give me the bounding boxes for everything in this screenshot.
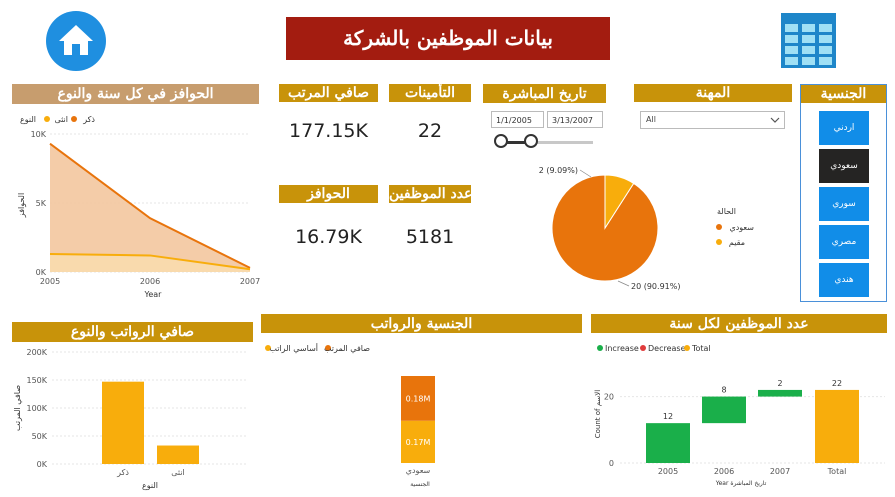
wf-y-tick: 0 — [609, 459, 614, 468]
bar-y-tick: 150K — [26, 376, 47, 385]
date-start-input[interactable]: 1/1/2005 — [491, 111, 544, 128]
wf-x-tick: 2005 — [658, 467, 678, 476]
waterfall-chart: Increase Decrease Total 0 20 12 2005 8 2006 2… — [594, 344, 885, 487]
nationality-salary-chart-title: الجنسية والرواتب — [261, 314, 582, 333]
salary-gender-chart: 0K 50K 100K 150K 200K ذكر انثى النوع صافي الم… — [13, 348, 248, 490]
bar-y-tick: 50K — [32, 432, 48, 441]
page-title: بيانات الموظفين بالشركة — [343, 26, 553, 50]
area-y-tick: 5K — [36, 199, 47, 208]
wf-increase-bar-0 — [646, 423, 690, 463]
stack-x-tick: سعودي — [406, 466, 431, 475]
area-y-axis-label: الحوافز — [17, 193, 26, 218]
date-range-handle-end[interactable] — [524, 134, 538, 148]
nationality-salary-chart: أساسي الراتب صافي المرتب 0.17M 0.18M سعودي… — [265, 343, 435, 488]
date-range-handle-start[interactable] — [494, 134, 508, 148]
wf-legend-total-dot — [684, 345, 690, 351]
kpi-net-salary-value: 177.15K — [289, 120, 368, 142]
kpi-insurance-value: 22 — [417, 120, 443, 142]
bar-x-tick: ذكر — [116, 468, 129, 477]
nationality-item-jordanian[interactable]: اردني — [819, 111, 869, 145]
pie-legend-saudi-dot — [716, 224, 722, 230]
area-legend-male: ذكر — [82, 115, 95, 124]
area-x-axis-label: Year — [144, 290, 163, 299]
area-x-tick: 2006 — [140, 277, 160, 286]
wf-x-tick: 2006 — [714, 467, 734, 476]
wf-legend-decrease-dot — [640, 345, 646, 351]
kpi-employees-label: عدد الموظفين — [389, 185, 471, 203]
page-title-box: بيانات الموظفين بالشركة — [286, 17, 610, 60]
area-legend-title: النوع — [20, 115, 36, 124]
pie-legend-saudi: سعودي — [729, 223, 754, 232]
area-x-tick: 2005 — [40, 277, 60, 286]
wf-total-bar — [815, 389, 859, 463]
kpi-incentives-value: 16.79K — [295, 226, 362, 248]
nationality-item-saudi[interactable]: سعودي — [819, 149, 869, 183]
kpi-incentives-label: الحوافز — [279, 185, 378, 203]
nationality-item-indian[interactable]: هندي — [819, 263, 869, 297]
area-legend-female: انثى — [54, 115, 68, 124]
salary-gender-y-axis-label: صافي المرتب — [13, 385, 22, 431]
pie-data-label: 2 (9.09%) — [539, 166, 578, 175]
ns-legend-basic: أساسي الراتب — [269, 343, 318, 353]
home-button[interactable] — [46, 11, 106, 71]
bar-y-tick: 100K — [26, 404, 47, 413]
bar-x-tick: انثى — [171, 468, 185, 477]
area-x-tick: 2007 — [240, 277, 260, 286]
nationality-slicer-title: الجنسية — [801, 85, 886, 103]
nationality-item-syrian[interactable]: سوري — [819, 187, 869, 221]
pie-legend-resident-dot — [716, 239, 722, 245]
nationality-item-egyptian[interactable]: مصري — [819, 225, 869, 259]
salary-gender-chart-title: صافي الرواتب والنوع — [12, 322, 253, 342]
date-slicer-title: تاريخ المباشرة — [483, 84, 606, 103]
wf-increase-bar-2 — [758, 389, 802, 397]
pie-chart: 20 (90.91%) 2 (9.09%) الحالة سعودي مقيم — [539, 166, 755, 291]
wf-data-label: 12 — [663, 412, 673, 421]
pie-data-label: 20 (90.91%) — [631, 282, 680, 291]
stack-data-label: 0.18M — [406, 394, 431, 403]
waterfall-chart-title: عدد الموظفين لكل سنة — [591, 314, 887, 333]
bar-0 — [102, 381, 144, 464]
wf-increase-bar-1 — [702, 396, 746, 424]
table-icon — [781, 13, 836, 68]
bar-y-tick: 200K — [26, 348, 47, 357]
pie-label-leader — [579, 169, 592, 178]
ns-x-axis-label: الجنسية — [410, 481, 430, 488]
wf-legend-increase: Increase — [605, 344, 639, 353]
table-view-button[interactable] — [780, 12, 837, 69]
bar-1 — [157, 445, 199, 464]
wf-x-tick: Total — [827, 467, 847, 476]
pie-legend-resident: مقيم — [729, 238, 745, 247]
kpi-net-salary-label: صافي المرتب — [279, 84, 378, 102]
salary-gender-x-axis-label: النوع — [142, 481, 158, 490]
wf-y-tick: 20 — [604, 393, 614, 402]
pie-legend-title: الحالة — [717, 207, 736, 216]
area-legend-female-dot — [44, 116, 50, 122]
date-end-input[interactable]: 3/13/2007 — [547, 111, 603, 128]
ns-legend-net: صافي المرتب — [324, 344, 370, 353]
home-icon — [59, 25, 93, 55]
wf-data-label: 22 — [832, 379, 842, 388]
wf-legend-increase-dot — [597, 345, 603, 351]
wf-legend-decrease: Decrease — [648, 344, 686, 353]
wf-y-axis-label: Count of الاسم — [594, 390, 602, 439]
area-chart: النوع انثى ذكر 0K5K10K2005 2006 2007 Year … — [17, 115, 260, 299]
wf-data-label: 2 — [777, 379, 782, 388]
wf-x-axis-label: Year تاريخ المباشرة — [715, 480, 767, 487]
wf-data-label: 8 — [721, 386, 726, 395]
wf-x-tick: 2007 — [770, 467, 790, 476]
area-y-tick: 10K — [31, 130, 47, 139]
job-dropdown[interactable]: All — [640, 111, 785, 129]
area-chart-title: الحوافز في كل سنة والنوع — [12, 84, 259, 104]
kpi-insurance-label: التأمينات — [389, 84, 471, 102]
area-y-tick: 0K — [36, 268, 47, 277]
pie-label-leader — [617, 280, 630, 287]
job-slicer-title: المهنة — [634, 84, 792, 102]
kpi-employees-value: 5181 — [405, 226, 455, 248]
wf-legend-total: Total — [691, 344, 711, 353]
job-dropdown-value: All — [646, 115, 656, 124]
bar-y-tick: 0K — [37, 460, 48, 469]
stack-data-label: 0.17M — [406, 438, 431, 447]
chevron-down-icon — [770, 117, 780, 123]
area-legend-male-dot — [71, 116, 77, 122]
